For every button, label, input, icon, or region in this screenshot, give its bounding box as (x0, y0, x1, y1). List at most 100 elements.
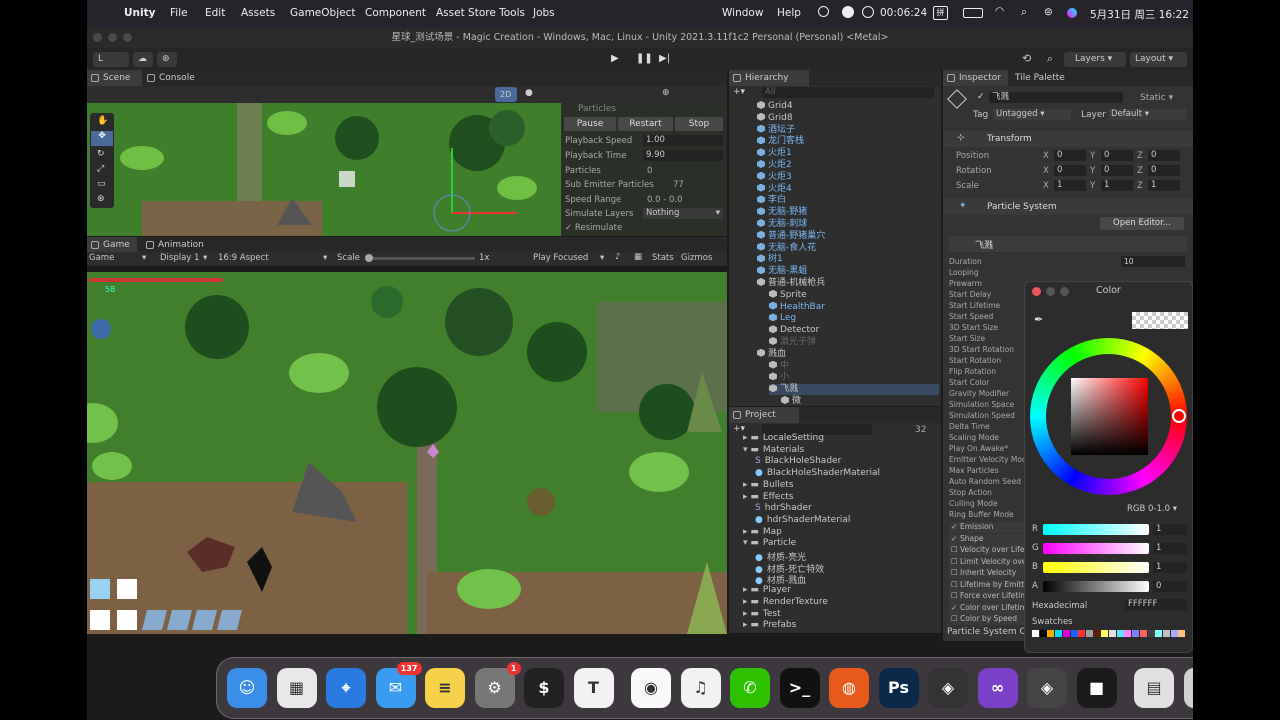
open-editor-button[interactable]: Open Editor... (1100, 217, 1184, 230)
saturation-value-square[interactable] (1071, 378, 1148, 455)
mute-icon[interactable]: ♪ (615, 252, 620, 262)
trash-icon[interactable]: 🗑 (1183, 668, 1193, 708)
transform-position-z-field[interactable]: 0 (1148, 150, 1180, 161)
menu-file[interactable]: File (170, 7, 188, 19)
color-swatch[interactable] (1070, 630, 1078, 637)
object-name-field[interactable]: 飞溅 (989, 92, 1123, 103)
wifi-icon[interactable]: ◠ (995, 5, 1004, 17)
channel-slider-a[interactable] (1043, 581, 1149, 592)
project-item[interactable]: ● hdrShaderMaterial (755, 515, 850, 525)
search-toolbar-icon[interactable]: ⌕ (1047, 52, 1053, 66)
color-swatch[interactable] (1047, 630, 1055, 637)
record-icon[interactable] (818, 6, 829, 17)
color-swatch[interactable] (1162, 630, 1170, 637)
eyedropper-icon[interactable]: ✒ (1034, 313, 1043, 326)
restart-particles-button[interactable]: Restart (618, 117, 673, 131)
hierarchy-item[interactable]: Grid8 (757, 112, 927, 124)
channel-slider-r[interactable] (1043, 524, 1149, 535)
hierarchy-item[interactable]: HealthBar (769, 301, 939, 313)
hex-field[interactable]: FFFFFF (1125, 599, 1187, 610)
netease-music-icon[interactable]: ♫ (680, 668, 721, 708)
terminal-icon[interactable]: $ (524, 668, 564, 708)
stats-toggle[interactable]: Stats (652, 253, 674, 263)
hierarchy-item[interactable]: 火炬1 (757, 148, 927, 159)
light-icon[interactable]: ● (525, 88, 533, 98)
safari-icon[interactable]: ⌖ (326, 668, 366, 708)
project-item[interactable]: ▸ ▬ Bullets (743, 480, 794, 490)
color-swatch[interactable] (1039, 630, 1047, 637)
unity-hub-icon[interactable]: ◈ (928, 668, 968, 708)
menu-component[interactable]: Component (365, 7, 426, 19)
input-method-icon[interactable]: 拼 (933, 6, 948, 20)
layout-dropdown[interactable]: Layout ▾ (1130, 52, 1187, 67)
hierarchy-item[interactable]: 小 (769, 372, 939, 383)
transform-position-y-field[interactable]: 0 (1101, 150, 1133, 161)
color-swatch[interactable] (1116, 630, 1124, 637)
module-checkbox[interactable]: ✓ (951, 603, 960, 612)
tab-scene[interactable]: Scene (87, 70, 142, 86)
hierarchy-item[interactable]: 酒坛子 (757, 124, 927, 136)
aspect-dropdown[interactable]: 16:9 Aspect (218, 253, 269, 263)
resimulate-checkbox[interactable]: ✓ Resimulate (565, 223, 622, 233)
transform-position-x-field[interactable]: 0 (1054, 150, 1086, 161)
qq-icon[interactable]: ◉ (631, 668, 671, 708)
tag-dropdown[interactable]: Untagged ▾ (993, 109, 1071, 120)
close-dot-icon[interactable] (93, 33, 102, 42)
mail-icon[interactable]: ✉ 137 (375, 662, 422, 708)
hierarchy-item[interactable]: 火炬4 (757, 183, 927, 195)
hierarchy-item[interactable]: 微 (781, 396, 941, 406)
game-view[interactable]: 58 (87, 272, 727, 634)
project-item[interactable]: ▸ ▬ RenderTexture (743, 597, 828, 607)
hierarchy-item[interactable]: 龙门客栈 (757, 136, 927, 147)
control-center-icon[interactable]: ⊜ (1044, 6, 1053, 18)
rotate-tool-icon[interactable]: ↻ (97, 149, 105, 159)
scale-tool-icon[interactable]: ⤢ (97, 164, 104, 174)
game-view-dropdown[interactable]: Game (89, 253, 114, 263)
project-item[interactable]: ▸ ▬ Player (743, 585, 791, 595)
project-item[interactable]: ▾ ▬ Particle (743, 538, 796, 548)
transform-rotation-y-field[interactable]: 0 (1101, 165, 1133, 176)
transform-rotation-x-field[interactable]: 0 (1054, 165, 1086, 176)
menu-help[interactable]: Help (777, 7, 801, 19)
hierarchy-item[interactable]: 普通-野猪巢穴 (757, 230, 927, 242)
project-item[interactable]: ● BlackHoleShaderMaterial (755, 468, 880, 478)
stop-icon[interactable] (862, 6, 874, 18)
color-swatch[interactable] (1062, 630, 1070, 637)
transform-rotation-z-field[interactable]: 0 (1148, 165, 1180, 176)
photoshop-icon[interactable]: Ps (878, 668, 919, 708)
transform-scale-y-field[interactable]: 1 (1101, 180, 1133, 191)
project-item[interactable]: ▸ ▬ Effects (743, 492, 793, 502)
module-checkbox[interactable]: ☐ (951, 557, 960, 566)
siri-icon[interactable] (1067, 8, 1077, 18)
battery-icon[interactable] (963, 8, 983, 18)
project-item[interactable]: ▸ ▬ Map (743, 527, 782, 537)
hierarchy-item[interactable]: 普通-机械枪兵 (757, 278, 927, 289)
module-checkbox[interactable]: ☐ (951, 545, 960, 554)
tab-tile-palette[interactable]: Tile Palette (1009, 70, 1079, 86)
menu-asset-store-tools[interactable]: Asset Store Tools (436, 7, 525, 19)
zoom-dot-icon[interactable] (123, 33, 132, 42)
module-checkbox[interactable]: ☐ (951, 614, 960, 623)
color-swatch[interactable] (1085, 630, 1093, 637)
project-item[interactable]: ▾ ▬ Materials (743, 445, 804, 455)
menu-assets[interactable]: Assets (241, 7, 275, 19)
hierarchy-search-input[interactable]: All (762, 87, 934, 98)
system-settings-icon[interactable]: ⚙ 1 (474, 662, 521, 708)
history-icon[interactable]: ⟲ (1022, 52, 1031, 65)
hierarchy-item[interactable]: 李白 (757, 195, 927, 206)
layers-dropdown[interactable]: Layers ▾ (1064, 52, 1126, 67)
menu-gameobject[interactable]: GameObject (290, 7, 355, 19)
gizmo-icon[interactable]: ⊕ (662, 88, 670, 98)
wechat-icon[interactable]: ✆ (730, 668, 770, 708)
hand-tool-icon[interactable]: ✋ (97, 116, 108, 126)
channel-value-r[interactable]: 1 (1153, 524, 1187, 535)
hierarchy-item[interactable]: 树1 (757, 254, 927, 265)
scene-view[interactable]: ✋ ✥ ↻ ⤢ ▭ ⊛ Particles Pause Restart Stop… (87, 103, 727, 236)
menu-app[interactable]: Unity (124, 7, 155, 19)
hierarchy-item[interactable]: 火炬3 (757, 171, 927, 183)
visual-studio-icon[interactable]: ∞ (977, 668, 1018, 708)
hierarchy-item[interactable]: 无脑-黑蛆 (757, 266, 927, 277)
module-checkbox[interactable]: ✓ (951, 534, 960, 543)
tab-game[interactable]: Game (87, 237, 137, 253)
color-swatch[interactable] (1147, 630, 1155, 637)
